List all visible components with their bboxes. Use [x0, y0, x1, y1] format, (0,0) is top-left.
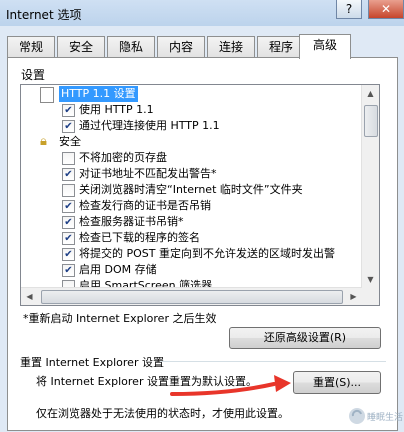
section-divider [160, 361, 386, 362]
tree-option-label: 不将加密的页存盘 [79, 151, 167, 164]
tree-option-label: 使用 HTTP 1.1 [79, 103, 154, 116]
help-button[interactable]: ? [336, 0, 362, 19]
horizontal-scrollbar[interactable]: ◀ ▶ [21, 287, 362, 305]
reset-section-title: 重置 Internet Explorer 设置 [20, 356, 164, 369]
page-icon [40, 87, 54, 103]
scroll-right-icon[interactable]: ▶ [345, 288, 362, 305]
window-title: Internet 选项 [6, 8, 82, 22]
checkbox[interactable]: ✔ [62, 264, 75, 277]
scroll-left-icon[interactable]: ◀ [21, 288, 38, 305]
lock-icon: 🔒︎ [40, 134, 47, 149]
scroll-thumb[interactable] [41, 290, 343, 304]
tree-option-label: 关闭浏览器时清空“Internet 临时文件”文件夹 [79, 183, 303, 196]
checkbox[interactable] [62, 152, 75, 165]
tree-category-label: 安全 [59, 135, 81, 148]
checkbox[interactable]: ✔ [62, 120, 75, 133]
tab-programs[interactable]: 程序 [257, 36, 305, 57]
checkbox[interactable]: ✔ [62, 104, 75, 117]
tree-category-label: HTTP 1.1 设置 [59, 86, 138, 102]
checkbox[interactable]: ✔ [62, 200, 75, 213]
restore-advanced-button[interactable]: 还原高级设置(R) [229, 327, 381, 349]
vertical-scrollbar[interactable]: ▲ ▼ [361, 85, 379, 288]
tab-content[interactable]: 内容 [157, 36, 205, 57]
checkbox[interactable] [62, 184, 75, 197]
tree-option-label: 检查发行商的证书是否吊销 [79, 199, 211, 212]
checkbox[interactable]: ✔ [62, 232, 75, 245]
tree-option-label: 通过代理连接使用 HTTP 1.1 [79, 119, 220, 132]
tab-security[interactable]: 安全 [57, 36, 105, 57]
tab-connections[interactable]: 连接 [207, 36, 255, 57]
tree-option-label: 检查服务器证书吊销* [79, 215, 184, 228]
scroll-corner [362, 288, 379, 305]
checkbox[interactable]: ✔ [62, 168, 75, 181]
tab-privacy[interactable]: 隐私 [107, 36, 155, 57]
tree-option-label: 检查已下载的程序的签名 [79, 231, 200, 244]
title-bar: Internet 选项 ? ✕ [0, 0, 404, 26]
reset-hint: 仅在浏览器处于无法使用的状态时，才使用此设置。 [36, 407, 289, 420]
tab-general[interactable]: 常规 [7, 36, 55, 57]
scroll-up-icon[interactable]: ▲ [362, 85, 379, 102]
reset-button[interactable]: 重置(S)... [293, 371, 381, 394]
tree-option-label: 将提交的 POST 重定向到不允许发送的区域时发出警 [79, 247, 335, 260]
settings-tree[interactable]: HTTP 1.1 设置 ✔ 使用 HTTP 1.1 ✔ 通过代理连接使用 HTT… [20, 84, 380, 306]
checkbox[interactable]: ✔ [62, 248, 75, 261]
settings-group-title: 设置 [21, 68, 46, 82]
scroll-thumb[interactable] [364, 105, 378, 137]
checkbox[interactable]: ✔ [62, 216, 75, 229]
tab-advanced[interactable]: 高级 [299, 34, 351, 59]
tree-option-label: 对证书地址不匹配发出警告* [79, 167, 217, 180]
watermark-logo: 睡眠生活 [348, 404, 404, 429]
tree-option-label: 启用 DOM 存储 [79, 263, 157, 276]
svg-text:睡眠生活: 睡眠生活 [367, 411, 403, 423]
close-button[interactable]: ✕ [368, 0, 404, 19]
restart-note: *重新启动 Internet Explorer 之后生效 [23, 312, 217, 325]
red-arrow-icon [170, 375, 291, 396]
scroll-down-icon[interactable]: ▼ [362, 271, 379, 288]
